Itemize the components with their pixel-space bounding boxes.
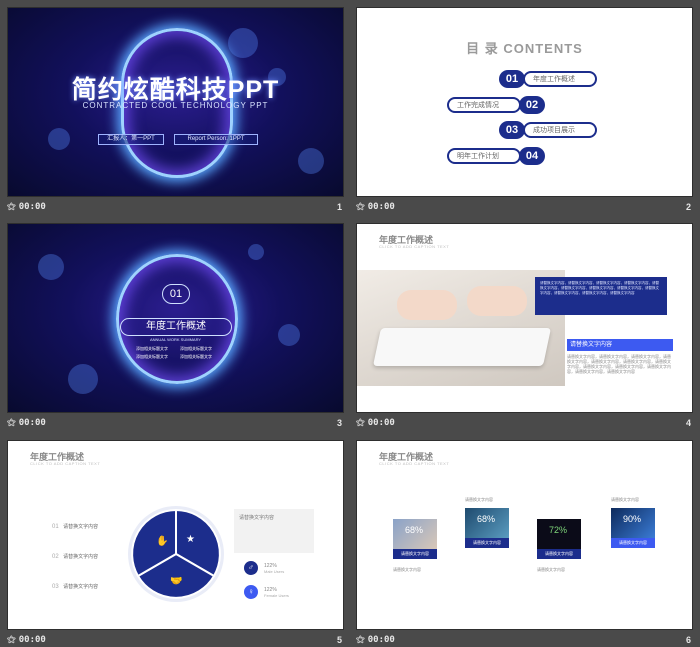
toc-title: 目 录 CONTENTS [466, 41, 583, 56]
slide-thumbnail-6[interactable]: 年度工作概述 CLICK TO ADD CAPTION TEXT 68% 请替换… [356, 440, 693, 647]
slide-2-footer: ⚝ 00:00 2 [356, 202, 691, 212]
slide-5-footer: ⚝ 00:00 5 [7, 635, 342, 645]
slide-thumbnail-2[interactable]: 目 录 CONTENTS 01 年度工作概述 工作完成情况 02 03 成功项目… [356, 7, 693, 217]
slide-3-canvas: 01 年度工作概述 ANNUAL WORK SUMMARY 添加相关标题文字 添加… [7, 223, 344, 413]
bullet-1: 添加相关标题文字 [136, 346, 168, 351]
section-title: 年度工作概述 [120, 318, 232, 336]
handshake-icon: ✋ [156, 534, 168, 547]
section-number: 01 [162, 284, 190, 304]
list-item-3: 03 请替换文字内容 [52, 584, 99, 590]
highlight-label: 请替换文字内容 [567, 339, 673, 351]
slide-caption: CLICK TO ADD CAPTION TEXT [30, 461, 101, 466]
timing-icon: ⚝ [7, 202, 16, 212]
slide-subtitle: CONTRACTED COOL TECHNOLOGY PPT [82, 101, 269, 110]
info-box: 请替换文字内容 [234, 509, 314, 553]
stat-card-3: 72% 请替换文字内容 请替换文字内容 [537, 519, 581, 572]
stat-card-1: 68% 请替换文字内容 请替换文字内容 [393, 519, 437, 572]
slide-thumbnail-5[interactable]: 年度工作概述 CLICK TO ADD CAPTION TEXT 01 请替换文… [7, 440, 344, 647]
slide-6-footer: ⚝ 00:00 6 [356, 635, 691, 645]
list-item-2: 02 请替换文字内容 [52, 554, 99, 560]
toc-item-4: 明年工作计划 04 [447, 147, 545, 165]
navy-text-box: 请替换文字内容，请替换文字内容，请替换文字内容，请替换文字内容，请替换文字内容，… [535, 277, 667, 315]
body-text: 请替换文字内容，请替换文字内容，请替换文字内容，请替换文字内容，请替换文字内容，… [567, 354, 671, 374]
slide-4-canvas: 年度工作概述 CLICK TO ADD CAPTION TEXT 请替换文字内容… [356, 223, 693, 413]
pie-diagram: ✋ ★ 🤝 [128, 506, 224, 602]
list-item-1: 01 请替换文字内容 [52, 524, 99, 530]
female-icon: ♀ [244, 585, 258, 599]
toc-item-1: 01 年度工作概述 [499, 70, 597, 88]
male-icon: ♂ [244, 561, 258, 575]
slide-5-canvas: 年度工作概述 CLICK TO ADD CAPTION TEXT 01 请替换文… [7, 440, 344, 630]
toc-item-2: 工作完成情况 02 [447, 96, 545, 114]
slide-4-footer: ⚝ 00:00 4 [356, 418, 691, 428]
slide-1-footer: ⚝ 00:00 1 [7, 202, 342, 212]
timing-icon: ⚝ [356, 202, 365, 212]
slide-3-footer: ⚝ 00:00 3 [7, 418, 342, 428]
bullet-2: 添加相关标题文字 [180, 346, 212, 351]
timing-icon: ⚝ [356, 418, 365, 428]
section-en: ANNUAL WORK SUMMARY [149, 337, 202, 342]
handshake-icon-2: 🤝 [170, 576, 182, 587]
timing-icon: ⚝ [356, 635, 365, 645]
bullet-3: 添加相关标题文字 [136, 354, 168, 359]
slide-number: 6 [685, 635, 691, 645]
timing-icon: ⚝ [7, 418, 16, 428]
female-stat: ♀ 122% Female Users [244, 585, 289, 599]
slide-number: 4 [685, 418, 691, 428]
slide-number: 5 [336, 635, 342, 645]
report-person-tag: Report Person: 1PPT [174, 134, 258, 145]
bullet-4: 添加相关标题文字 [180, 354, 212, 359]
keyboard-photo [357, 270, 565, 386]
stat-card-4: 请替换文字内容 90% 请替换文字内容 [611, 497, 655, 548]
stat-card-2: 请替换文字内容 68% 请替换文字内容 [465, 497, 509, 548]
award-icon: ★ [186, 534, 195, 545]
slide-caption: CLICK TO ADD CAPTION TEXT [379, 461, 450, 466]
slide-number: 1 [336, 202, 342, 212]
slide-thumbnail-3[interactable]: 01 年度工作概述 ANNUAL WORK SUMMARY 添加相关标题文字 添加… [7, 223, 344, 433]
slide-2-canvas: 目 录 CONTENTS 01 年度工作概述 工作完成情况 02 03 成功项目… [356, 7, 693, 197]
slide-number: 3 [336, 418, 342, 428]
slide-number: 2 [685, 202, 691, 212]
slide-1-canvas: 简约炫酷科技PPT CONTRACTED COOL TECHNOLOGY PPT… [7, 7, 344, 197]
slide-caption: CLICK TO ADD CAPTION TEXT [379, 244, 450, 249]
slide-thumbnail-1[interactable]: 简约炫酷科技PPT CONTRACTED COOL TECHNOLOGY PPT… [7, 7, 344, 217]
timing-icon: ⚝ [7, 635, 16, 645]
slide-thumbnail-4[interactable]: 年度工作概述 CLICK TO ADD CAPTION TEXT 请替换文字内容… [356, 223, 693, 433]
male-stat: ♂ 122% Male Users [244, 561, 284, 575]
reporter-tag: 汇报人：第一PPT [98, 134, 164, 145]
slide-6-canvas: 年度工作概述 CLICK TO ADD CAPTION TEXT 68% 请替换… [356, 440, 693, 630]
toc-item-3: 03 成功项目展示 [499, 121, 597, 139]
